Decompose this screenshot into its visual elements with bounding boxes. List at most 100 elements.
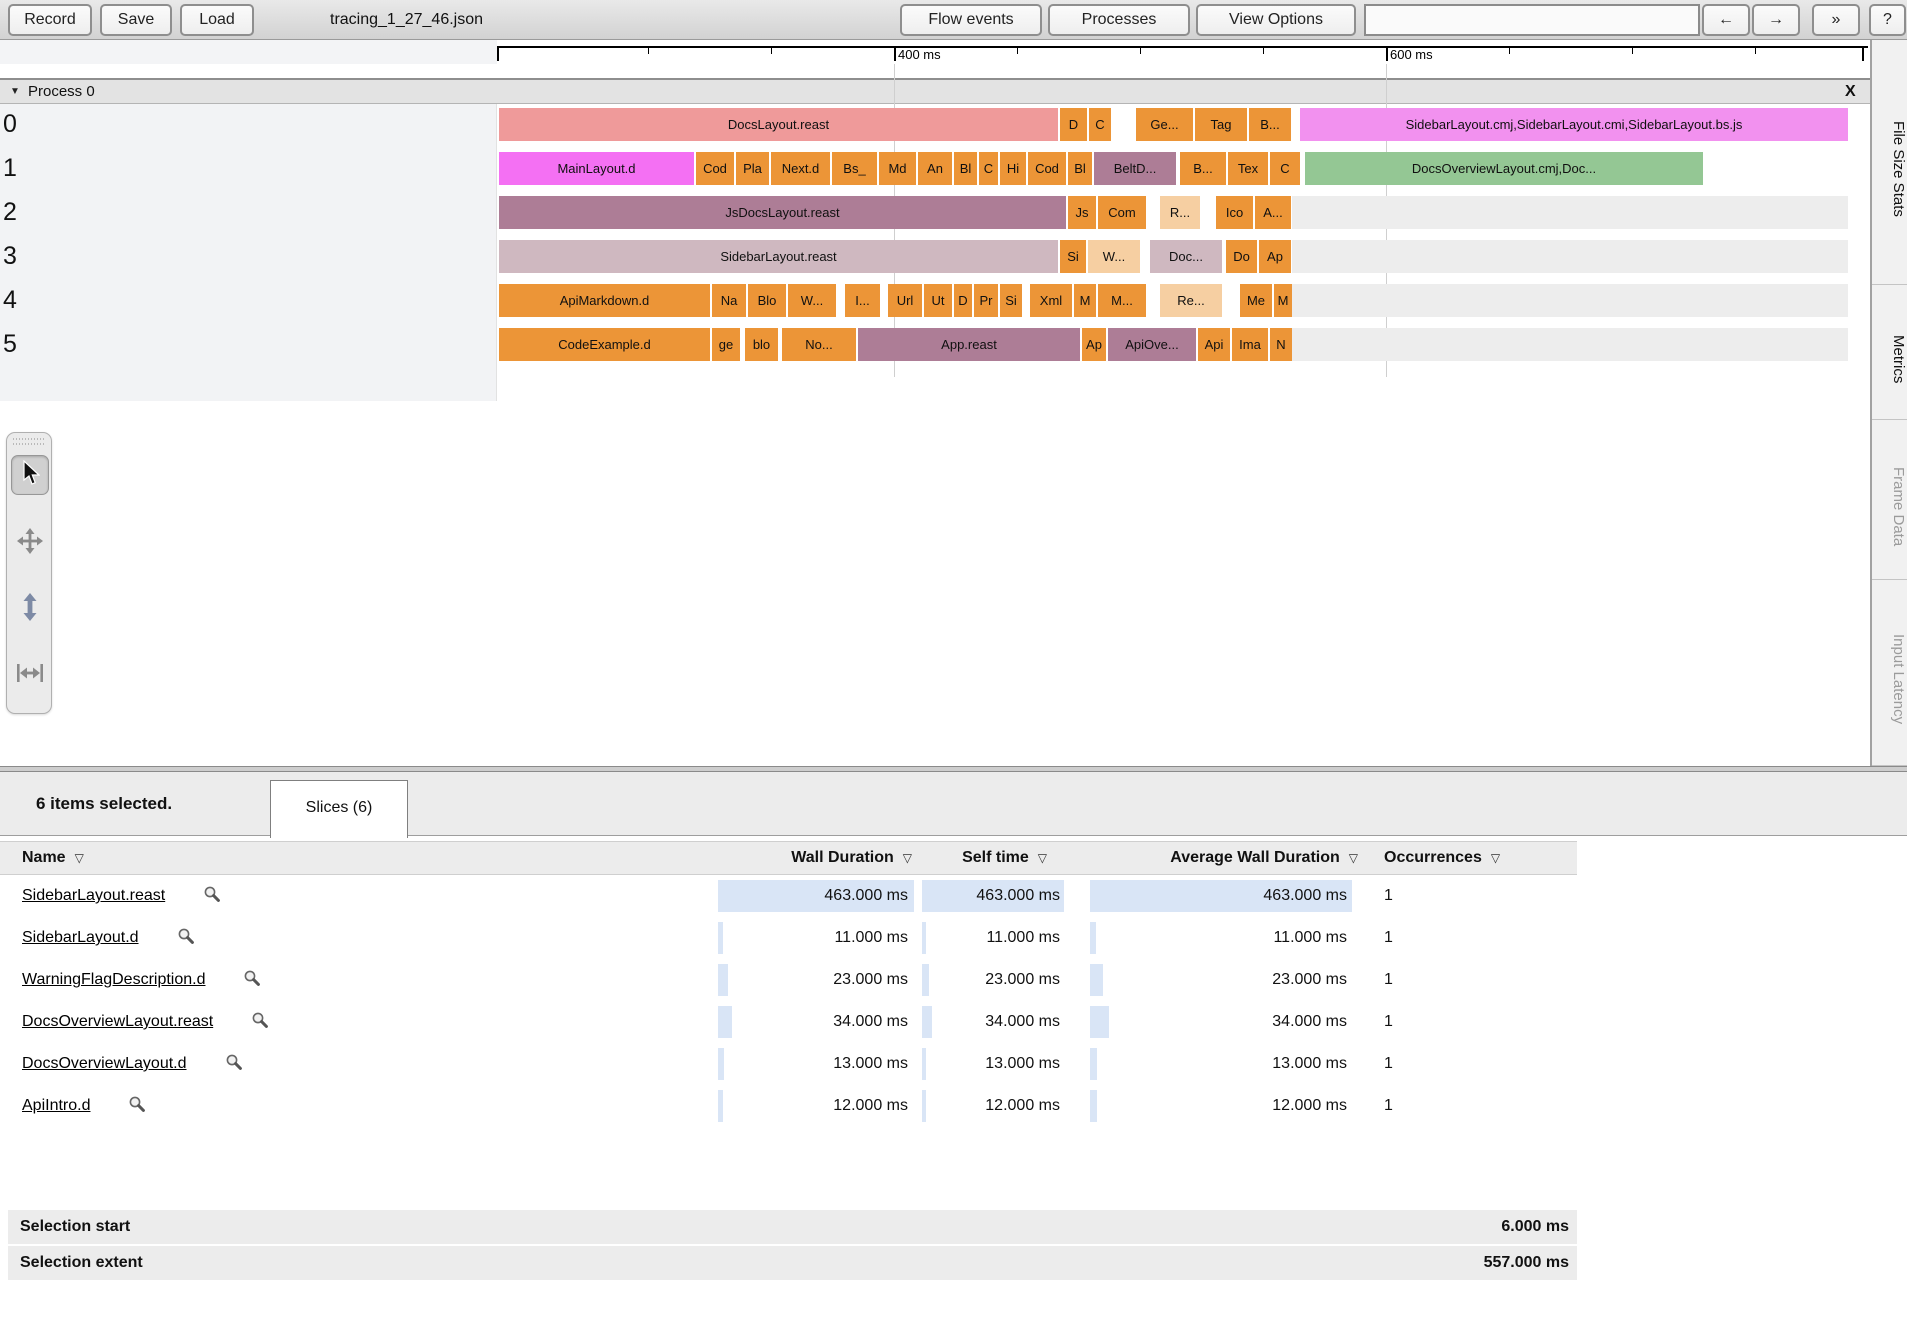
magnifier-icon[interactable] <box>251 1012 269 1033</box>
trace-slice[interactable]: Cod <box>696 152 734 185</box>
trace-slice[interactable]: W... <box>1088 240 1140 273</box>
trace-slice[interactable]: SidebarLayout.reast <box>499 240 1058 273</box>
magnifier-icon[interactable] <box>225 1054 243 1075</box>
trace-slice[interactable]: Si <box>1060 240 1086 273</box>
trace-slice[interactable]: Api <box>1198 328 1230 361</box>
trace-slice[interactable]: M <box>1274 284 1292 317</box>
trace-slice[interactable]: Url <box>888 284 922 317</box>
trace-slice[interactable]: Com <box>1098 196 1146 229</box>
magnifier-icon[interactable] <box>203 886 221 907</box>
trace-slice[interactable]: Bs_ <box>832 152 877 185</box>
find-previous-button[interactable]: ← <box>1702 4 1750 36</box>
trace-slice[interactable]: Ima <box>1232 328 1268 361</box>
trace-slice[interactable]: SidebarLayout.cmj,SidebarLayout.cmi,Side… <box>1300 108 1848 141</box>
magnifier-icon[interactable] <box>177 928 195 949</box>
processes-button[interactable]: Processes <box>1048 4 1190 36</box>
timeline-pane[interactable]: ▼ Process 0 X 0 DocsLayout.reast D C Ge... Ta… <box>0 64 1870 766</box>
zoom-tool[interactable] <box>11 589 49 629</box>
trace-slice[interactable]: Ico <box>1216 196 1253 229</box>
trace-slice[interactable]: ApiMarkdown.d <box>499 284 710 317</box>
trace-slice[interactable]: Bl <box>1068 152 1092 185</box>
palette-grip-handle[interactable] <box>13 438 45 447</box>
trace-slice[interactable]: Re... <box>1160 284 1222 317</box>
tab-slices[interactable]: Slices (6) <box>270 780 408 838</box>
trace-slice[interactable]: Ge... <box>1136 108 1193 141</box>
trace-slice[interactable]: MainLayout.d <box>499 152 694 185</box>
trace-slice[interactable]: Js <box>1068 196 1096 229</box>
trace-slice[interactable]: Si <box>1000 284 1022 317</box>
slice-name-link[interactable]: DocsOverviewLayout.reast <box>22 1013 213 1030</box>
view-options-button[interactable]: View Options <box>1196 4 1356 36</box>
trace-slice[interactable]: R... <box>1160 196 1200 229</box>
magnifier-icon[interactable] <box>243 970 261 991</box>
trace-slice[interactable]: D <box>954 284 972 317</box>
trace-slice[interactable]: C <box>1270 152 1300 185</box>
slice-name-link[interactable]: WarningFlagDescription.d <box>22 971 205 988</box>
trace-slice[interactable]: Do <box>1226 240 1257 273</box>
collapse-caret-icon[interactable]: ▼ <box>10 80 20 103</box>
magnifier-icon[interactable] <box>128 1096 146 1117</box>
record-button[interactable]: Record <box>8 4 92 36</box>
trace-slice[interactable]: Pr <box>974 284 998 317</box>
timing-tool[interactable] <box>11 655 49 695</box>
trace-slice[interactable]: Na <box>712 284 746 317</box>
process-close-button[interactable]: X <box>1845 80 1856 103</box>
trace-slice[interactable]: W... <box>788 284 836 317</box>
trace-slice[interactable]: M... <box>1098 284 1146 317</box>
find-next-button[interactable]: → <box>1752 4 1800 36</box>
selection-tool[interactable] <box>11 455 49 495</box>
sort-caret-icon[interactable]: ▽ <box>1349 851 1358 865</box>
trace-slice[interactable]: Cod <box>1028 152 1066 185</box>
column-header-occ[interactable]: Occurrences ▽ <box>1384 842 1574 876</box>
trace-slice[interactable]: C <box>979 152 998 185</box>
slice-name-link[interactable]: ApiIntro.d <box>22 1097 90 1114</box>
trace-slice[interactable]: Doc... <box>1150 240 1222 273</box>
trace-slice[interactable]: M <box>1074 284 1096 317</box>
trace-slice[interactable]: DocsOverviewLayout.cmj,Doc... <box>1305 152 1703 185</box>
column-header-name[interactable]: Name ▽ <box>22 842 442 876</box>
trace-slice[interactable]: A... <box>1255 196 1291 229</box>
trace-slice[interactable]: BeltD... <box>1094 152 1176 185</box>
trace-slice[interactable]: ge <box>712 328 740 361</box>
trace-slice[interactable]: B... <box>1249 108 1291 141</box>
trace-slice[interactable]: N <box>1270 328 1292 361</box>
search-input[interactable] <box>1364 4 1700 36</box>
side-tab-frame-data[interactable]: Frame Data <box>1872 420 1907 580</box>
sort-caret-icon[interactable]: ▽ <box>1038 851 1047 865</box>
sort-caret-icon[interactable]: ▽ <box>1491 851 1500 865</box>
trace-slice[interactable]: Ut <box>924 284 952 317</box>
save-button[interactable]: Save <box>100 4 172 36</box>
trace-slice[interactable]: JsDocsLayout.reast <box>499 196 1066 229</box>
trace-slice[interactable]: Pla <box>736 152 769 185</box>
trace-slice[interactable]: blo <box>745 328 778 361</box>
help-button[interactable]: ? <box>1869 4 1906 36</box>
trace-slice[interactable]: Next.d <box>771 152 830 185</box>
slice-name-link[interactable]: SidebarLayout.reast <box>22 887 165 904</box>
trace-slice[interactable]: Hi <box>1000 152 1026 185</box>
trace-slice[interactable]: Ap <box>1259 240 1291 273</box>
trace-slice[interactable]: DocsLayout.reast <box>499 108 1058 141</box>
trace-slice[interactable]: An <box>918 152 952 185</box>
trace-slice[interactable]: B... <box>1180 152 1226 185</box>
trace-slice[interactable]: Bl <box>954 152 977 185</box>
trace-slice[interactable]: Ap <box>1082 328 1106 361</box>
slice-name-link[interactable]: SidebarLayout.d <box>22 929 139 946</box>
side-tab-metrics[interactable]: Metrics <box>1872 285 1907 420</box>
pan-tool[interactable] <box>11 523 49 563</box>
column-header-avg[interactable]: Average Wall Duration ▽ <box>1085 842 1358 876</box>
trace-slice[interactable]: C <box>1089 108 1111 141</box>
trace-slice[interactable]: Me <box>1240 284 1272 317</box>
side-tab-file-size-stats[interactable]: File Size Stats <box>1872 40 1907 285</box>
trace-slice[interactable]: No... <box>782 328 856 361</box>
column-header-self[interactable]: Self time ▽ <box>850 842 1047 876</box>
slice-name-link[interactable]: DocsOverviewLayout.d <box>22 1055 187 1072</box>
trace-slice[interactable]: App.reast <box>858 328 1080 361</box>
trace-slice[interactable]: ApiOve... <box>1108 328 1196 361</box>
trace-slice[interactable]: D <box>1060 108 1087 141</box>
load-button[interactable]: Load <box>180 4 254 36</box>
side-tab-input-latency[interactable]: Input Latency <box>1872 580 1907 766</box>
trace-slice[interactable]: Xml <box>1030 284 1072 317</box>
trace-slice[interactable]: Tex <box>1228 152 1268 185</box>
trace-slice[interactable]: CodeExample.d <box>499 328 710 361</box>
flow-events-button[interactable]: Flow events <box>900 4 1042 36</box>
